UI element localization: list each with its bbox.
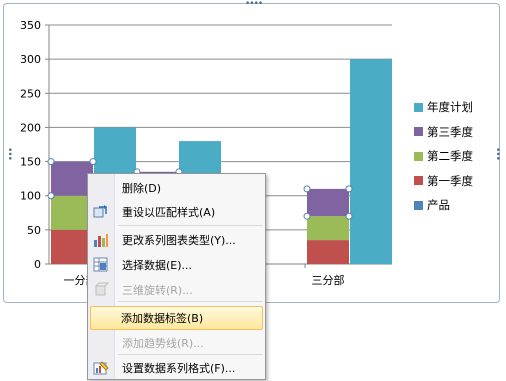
y-tick-label: 50 <box>27 224 41 237</box>
chart-legend[interactable]: 年度计划第三季度第二季度第一季度产品 <box>414 95 473 218</box>
menu-separator <box>118 301 263 302</box>
menu-separator <box>118 225 263 226</box>
legend-entry[interactable]: 第二季度 <box>414 144 473 169</box>
menu-item-label: 重设以匹配样式(A) <box>122 206 216 219</box>
series-selection-handle <box>89 158 97 166</box>
series-selection-handle <box>47 192 55 200</box>
chart-type-icon <box>94 234 108 247</box>
context-menu[interactable]: 删除(D) 重设以匹配样式(A) 更改系列图表类型(Y)... 选择数据(E).… <box>87 173 266 380</box>
legend-swatch <box>414 102 423 112</box>
menu-item-select-data[interactable]: 选择数据(E)... <box>90 254 263 276</box>
y-tick-label: 200 <box>20 121 41 134</box>
legend-label: 产品 <box>427 198 450 213</box>
menu-item-delete[interactable]: 删除(D) <box>90 177 263 199</box>
bar-年度计划 <box>350 59 392 265</box>
legend-swatch <box>414 127 423 137</box>
y-tick-label: 250 <box>20 87 41 100</box>
legend-label: 第一季度 <box>427 173 473 188</box>
select-data-icon <box>93 257 108 272</box>
y-tick-label: 350 <box>20 19 41 32</box>
legend-entry[interactable]: 第三季度 <box>414 120 473 145</box>
y-tick-label: 100 <box>20 190 41 203</box>
menu-item-add-trendline[interactable]: 添加趋势线(R)... <box>90 332 263 354</box>
legend-swatch <box>414 176 423 186</box>
legend-swatch <box>414 200 423 210</box>
bar-第一季度 <box>307 240 349 264</box>
legend-label: 年度计划 <box>427 100 473 115</box>
menu-item-label: 三维旋转(R)... <box>122 284 193 297</box>
y-tick-label: 0 <box>34 258 41 271</box>
menu-item-format-data-series[interactable]: 设置数据系列格式(F)... <box>90 357 263 379</box>
menu-item-add-data-labels[interactable]: 添加数据标签(B) <box>90 306 263 330</box>
menu-item-reset-style[interactable]: 重设以匹配样式(A) <box>90 201 263 223</box>
legend-entry[interactable]: 年度计划 <box>414 95 473 120</box>
legend-entry[interactable]: 第一季度 <box>414 169 473 194</box>
y-tick-label: 300 <box>20 53 41 66</box>
rotate-3d-icon <box>94 282 109 296</box>
y-tick-label: 150 <box>20 156 41 169</box>
legend-label: 第三季度 <box>427 124 473 139</box>
legend-label: 第二季度 <box>427 149 473 164</box>
series-selection-handle <box>345 185 353 193</box>
bar-第二季度 <box>307 216 349 241</box>
menu-item-label: 添加数据标签(B) <box>121 312 204 325</box>
x-category-label: 三分部 <box>312 273 345 287</box>
menu-item-label: 更改系列图表类型(Y)... <box>122 234 236 247</box>
menu-item-label: 设置数据系列格式(F)... <box>122 362 236 375</box>
format-series-icon <box>93 361 109 375</box>
menu-item-label: 添加趋势线(R)... <box>122 337 204 350</box>
reset-style-icon <box>93 205 107 218</box>
legend-entry[interactable]: 产品 <box>414 193 473 218</box>
series-selection-handle <box>47 158 55 166</box>
menu-item-label: 选择数据(E)... <box>122 259 193 272</box>
menu-item-change-chart-type[interactable]: 更改系列图表类型(Y)... <box>90 229 263 251</box>
series-selection-handle <box>303 185 311 193</box>
legend-swatch <box>414 151 423 161</box>
bar-第三季度 <box>307 188 349 217</box>
menu-item-3d-rotation[interactable]: 三维旋转(R)... <box>90 279 263 301</box>
menu-item-label: 删除(D) <box>122 182 162 195</box>
series-selection-handle <box>345 212 353 220</box>
menu-separator <box>118 354 263 355</box>
series-selection-handle <box>303 212 311 220</box>
